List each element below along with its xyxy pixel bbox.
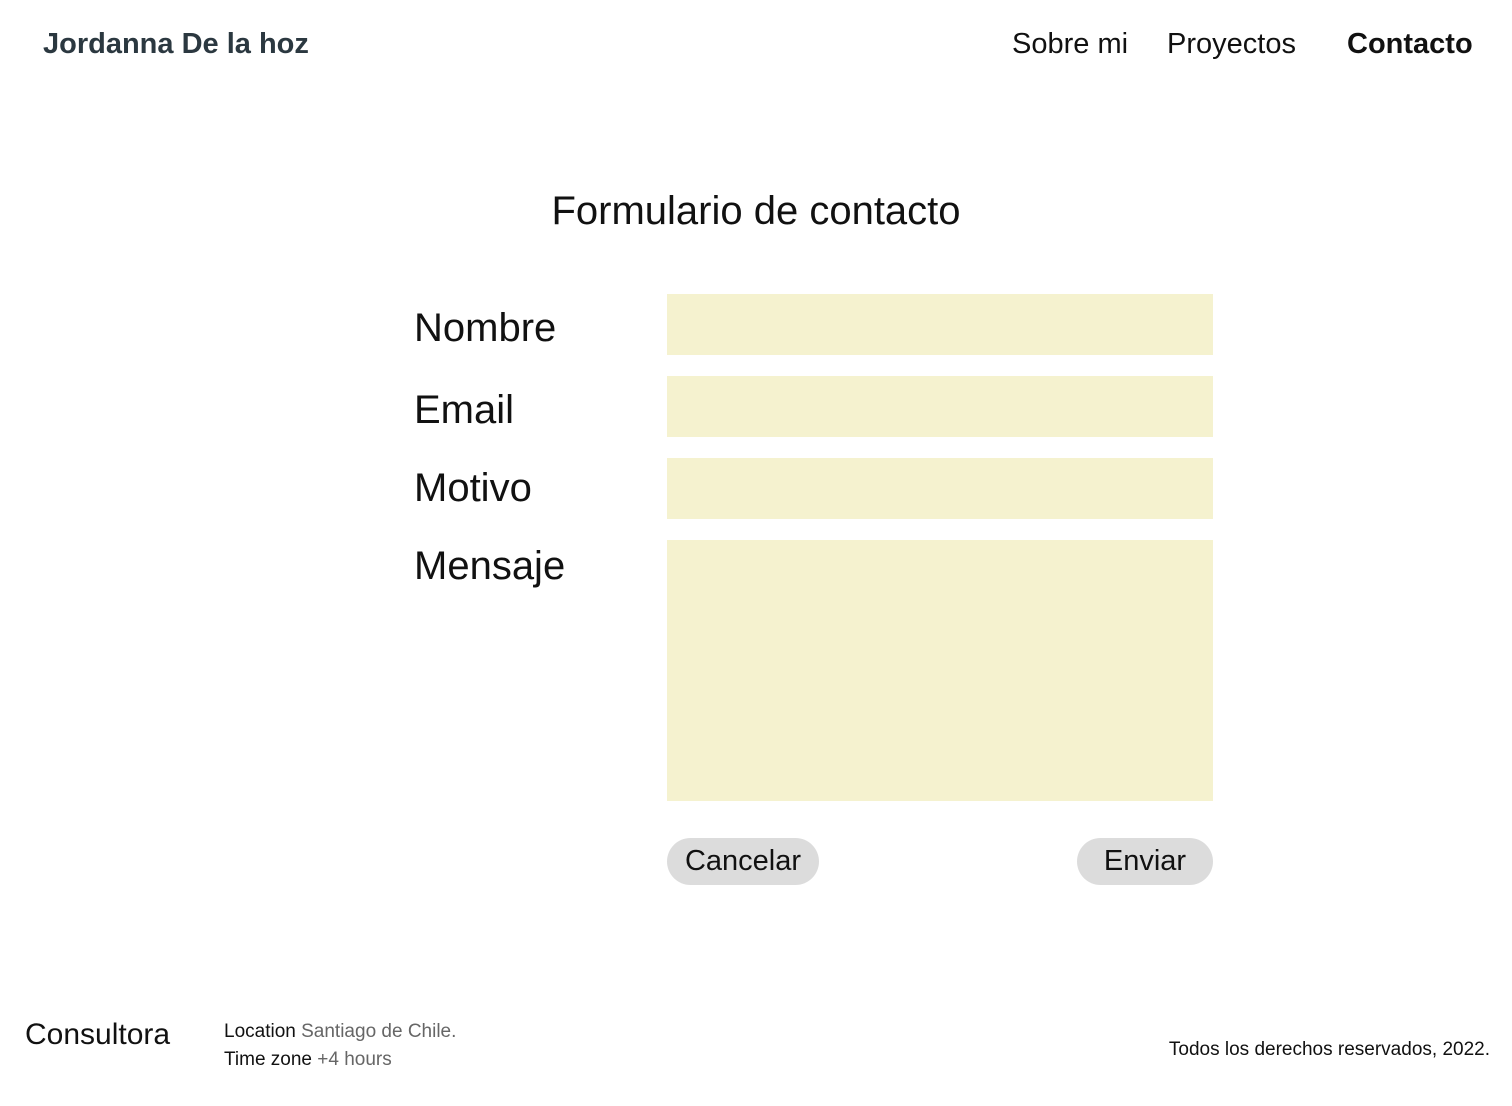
page-title: Formulario de contacto <box>551 189 961 233</box>
name-field[interactable] <box>667 294 1213 355</box>
send-button[interactable]: Enviar <box>1077 838 1213 885</box>
timezone-label: Time zone <box>224 1049 312 1070</box>
timezone-value: +4 hours <box>317 1049 392 1070</box>
nav-link-projects[interactable]: Proyectos <box>1167 26 1296 62</box>
email-field[interactable] <box>667 376 1213 437</box>
reason-label: Motivo <box>414 466 532 510</box>
footer-location: Location Santiago de Chile. <box>224 1020 456 1044</box>
nav-link-about[interactable]: Sobre mi <box>1012 26 1128 62</box>
reason-field[interactable] <box>667 458 1213 519</box>
nav-link-contact[interactable]: Contacto <box>1347 26 1473 62</box>
brand-logo-link[interactable]: Jordanna De la hoz <box>43 26 309 62</box>
contact-page: Jordanna De la hoz Sobre mi Proyectos Co… <box>0 0 1512 1106</box>
copyright-text: Todos los derechos reservados, 2022. <box>1168 1039 1490 1060</box>
message-textarea[interactable] <box>667 540 1213 801</box>
email-label: Email <box>414 388 515 432</box>
location-value: Santiago de Chile. <box>301 1021 457 1042</box>
cancel-button[interactable]: Cancelar <box>667 838 819 885</box>
name-label: Nombre <box>414 306 557 350</box>
message-label: Mensaje <box>414 544 566 588</box>
location-label: Location <box>224 1021 296 1042</box>
footer-brand: Consultora <box>25 1018 171 1051</box>
footer-timezone: Time zone +4 hours <box>224 1048 392 1072</box>
